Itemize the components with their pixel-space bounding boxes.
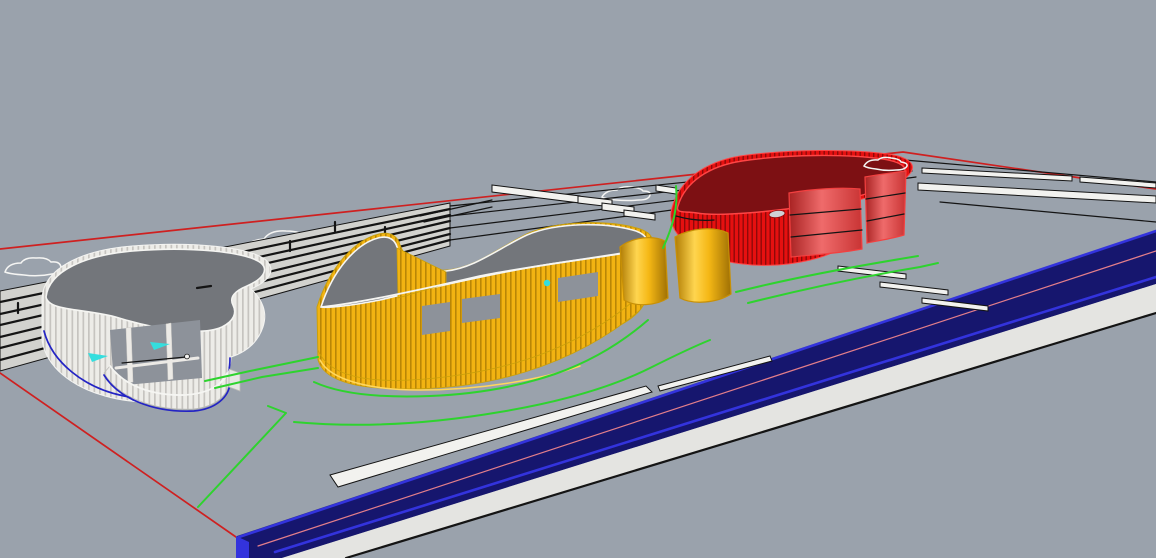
yellow-curved-wall[interactable] [620, 238, 668, 305]
yellow-window-opening [422, 302, 450, 335]
red-facade-panel[interactable] [865, 171, 906, 243]
wall-end-cap [229, 369, 240, 391]
yellow-window-opening [462, 294, 500, 323]
cyan-control-point[interactable] [544, 280, 550, 286]
yellow-curved-wall[interactable] [675, 229, 731, 302]
survey-point[interactable] [185, 354, 190, 359]
viewport-canvas[interactable] [0, 0, 1156, 558]
white-entrance-opening [110, 320, 202, 386]
red-facade-panel[interactable] [789, 188, 862, 257]
